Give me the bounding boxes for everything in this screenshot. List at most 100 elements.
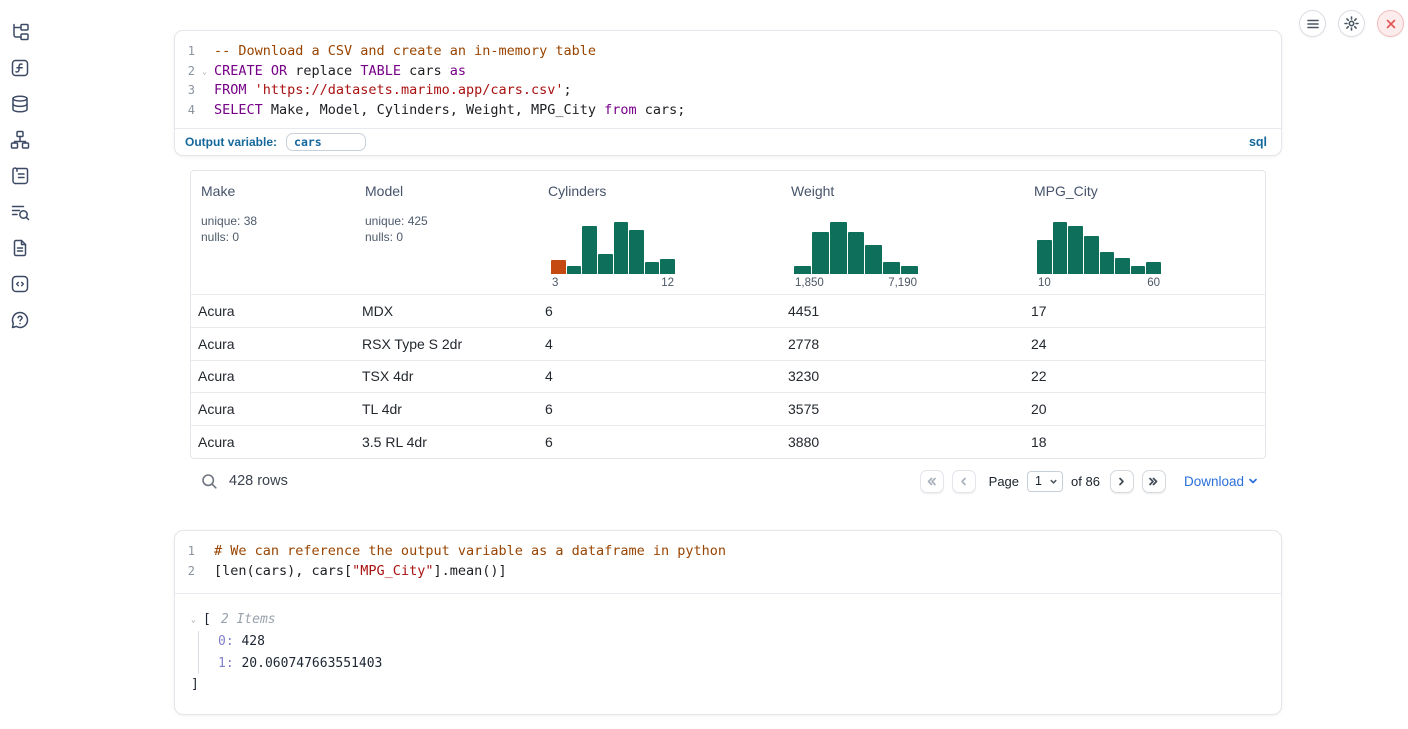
histogram-axis-labels: 312 — [551, 274, 675, 294]
code-text: [len(cars), cars["MPG_City"].mean()] — [214, 562, 507, 582]
column-stats: unique: 38nulls: 0 — [201, 213, 355, 245]
gear-icon — [1344, 16, 1359, 31]
histogram-bar[interactable] — [1068, 226, 1083, 274]
settings-button[interactable] — [1338, 10, 1365, 37]
fold-toggle-icon[interactable]: ⌄ — [195, 62, 214, 82]
table-cell: 3.5 RL 4dr — [355, 434, 538, 450]
histogram-bar[interactable] — [1037, 240, 1052, 274]
chevron-right-icon — [1115, 475, 1128, 488]
column-header-make[interactable]: Makeunique: 38nulls: 0 — [191, 171, 355, 294]
code-line[interactable]: 3FROM 'https://datasets.marimo.app/cars.… — [175, 81, 1281, 101]
chevrons-right-icon — [1147, 475, 1160, 488]
menu-button[interactable] — [1299, 10, 1326, 37]
histogram-bar[interactable] — [1100, 252, 1115, 274]
page-select[interactable]: 1 — [1027, 471, 1063, 492]
histogram-bar[interactable] — [1131, 266, 1146, 274]
histogram-bar[interactable] — [645, 262, 660, 274]
histogram-bar[interactable] — [812, 232, 829, 274]
logs-icon[interactable] — [10, 202, 30, 222]
histogram-bar[interactable] — [848, 232, 865, 274]
table-cell: 22 — [1024, 368, 1265, 384]
table-cell: 17 — [1024, 303, 1265, 319]
line-number: 1 — [175, 42, 195, 62]
database-icon[interactable] — [10, 94, 30, 114]
next-page-button[interactable] — [1110, 470, 1134, 493]
close-bracket: ] — [191, 674, 1265, 696]
histogram-bar[interactable] — [1115, 258, 1130, 274]
table-cell: 3880 — [781, 434, 1024, 450]
unique-count: unique: 425 — [365, 213, 538, 229]
close-icon — [1385, 18, 1397, 30]
column-label: Weight — [791, 183, 1024, 199]
code-line[interactable]: 1-- Download a CSV and create an in-memo… — [175, 42, 1281, 62]
code-line[interactable]: 1# We can reference the output variable … — [175, 542, 1281, 562]
chevron-left-icon — [957, 475, 970, 488]
histogram-bars — [794, 222, 918, 274]
histogram-bar[interactable] — [551, 260, 566, 274]
histogram-bar[interactable] — [794, 266, 811, 274]
prev-page-button[interactable] — [952, 470, 976, 493]
histogram-bar[interactable] — [901, 266, 918, 274]
code-line[interactable]: 2⌄CREATE OR replace TABLE cars as — [175, 62, 1281, 82]
language-badge: sql — [1249, 135, 1271, 149]
search-icon — [201, 473, 218, 490]
null-count: nulls: 0 — [201, 229, 355, 245]
histogram-bar[interactable] — [629, 230, 644, 274]
file-tree-icon[interactable] — [10, 22, 30, 42]
axis-min-label: 1,850 — [795, 277, 824, 294]
output-list-header: ⌄ [ 2 Items — [191, 609, 1265, 631]
column-label: Model — [365, 183, 538, 199]
histogram-bar[interactable] — [865, 245, 882, 274]
code-text: CREATE OR replace TABLE cars as — [214, 62, 466, 82]
table-cell: 6 — [538, 401, 781, 417]
histogram-bar[interactable] — [598, 254, 613, 274]
histogram-bar[interactable] — [1053, 222, 1068, 274]
table-row: AcuraTL 4dr6357520 — [191, 392, 1265, 425]
column-header-cylinders[interactable]: Cylinders312 — [538, 171, 781, 294]
histogram-bar[interactable] — [1084, 236, 1099, 274]
column-header-mpg_city[interactable]: MPG_City 1060 — [1024, 171, 1265, 294]
sidebar — [10, 22, 30, 330]
sql-code-editor[interactable]: 1-- Download a CSV and create an in-memo… — [175, 31, 1281, 128]
histogram-bar[interactable] — [1146, 262, 1161, 274]
code-line[interactable]: 4SELECT Make, Model, Cylinders, Weight, … — [175, 101, 1281, 121]
histogram-bar[interactable] — [883, 262, 900, 274]
shutdown-button[interactable] — [1377, 10, 1404, 37]
function-icon[interactable] — [10, 58, 30, 78]
output-variable-input[interactable] — [286, 133, 366, 151]
document-icon[interactable] — [10, 238, 30, 258]
column-header-weight[interactable]: Weight 1,8507,190 — [781, 171, 1024, 294]
last-page-button[interactable] — [1142, 470, 1166, 493]
scratchpad-icon[interactable] — [10, 166, 30, 186]
code-line[interactable]: 2[len(cars), cars["MPG_City"].mean()] — [175, 562, 1281, 582]
first-page-button[interactable] — [920, 470, 944, 493]
table-cell: 3230 — [781, 368, 1024, 384]
line-number: 2 — [175, 62, 195, 82]
table-cell: Acura — [191, 303, 355, 319]
help-icon[interactable] — [10, 310, 30, 330]
histogram-bar[interactable] — [582, 226, 597, 274]
search-button[interactable] — [198, 470, 220, 492]
dependency-graph-icon[interactable] — [10, 130, 30, 150]
snippets-icon[interactable] — [10, 274, 30, 294]
table-cell: 24 — [1024, 336, 1265, 352]
fold-spacer — [195, 101, 214, 121]
page-total-label: of 86 — [1071, 474, 1100, 489]
histogram-bar[interactable] — [567, 266, 582, 274]
histogram-bar[interactable] — [830, 222, 847, 274]
histogram-bar[interactable] — [614, 222, 629, 274]
column-histogram: 1,8507,190 — [794, 222, 918, 294]
column-stats: unique: 425nulls: 0 — [365, 213, 538, 245]
download-button[interactable]: Download — [1184, 474, 1258, 489]
collapse-toggle-icon[interactable]: ⌄ — [191, 609, 203, 631]
histogram-axis-labels: 1060 — [1037, 274, 1161, 294]
column-header-model[interactable]: Model unique: 425nulls: 0 — [355, 171, 538, 294]
column-histogram: 312 — [551, 222, 675, 294]
table-row: Acura3.5 RL 4dr6388018 — [191, 425, 1265, 458]
table-cell: MDX — [355, 303, 538, 319]
histogram-bar[interactable] — [660, 259, 675, 274]
output-variable-bar: Output variable: sql — [175, 128, 1281, 155]
item-index: 1: — [218, 656, 241, 671]
column-label: MPG_City — [1034, 183, 1265, 199]
python-code-editor[interactable]: 1# We can reference the output variable … — [175, 531, 1281, 593]
